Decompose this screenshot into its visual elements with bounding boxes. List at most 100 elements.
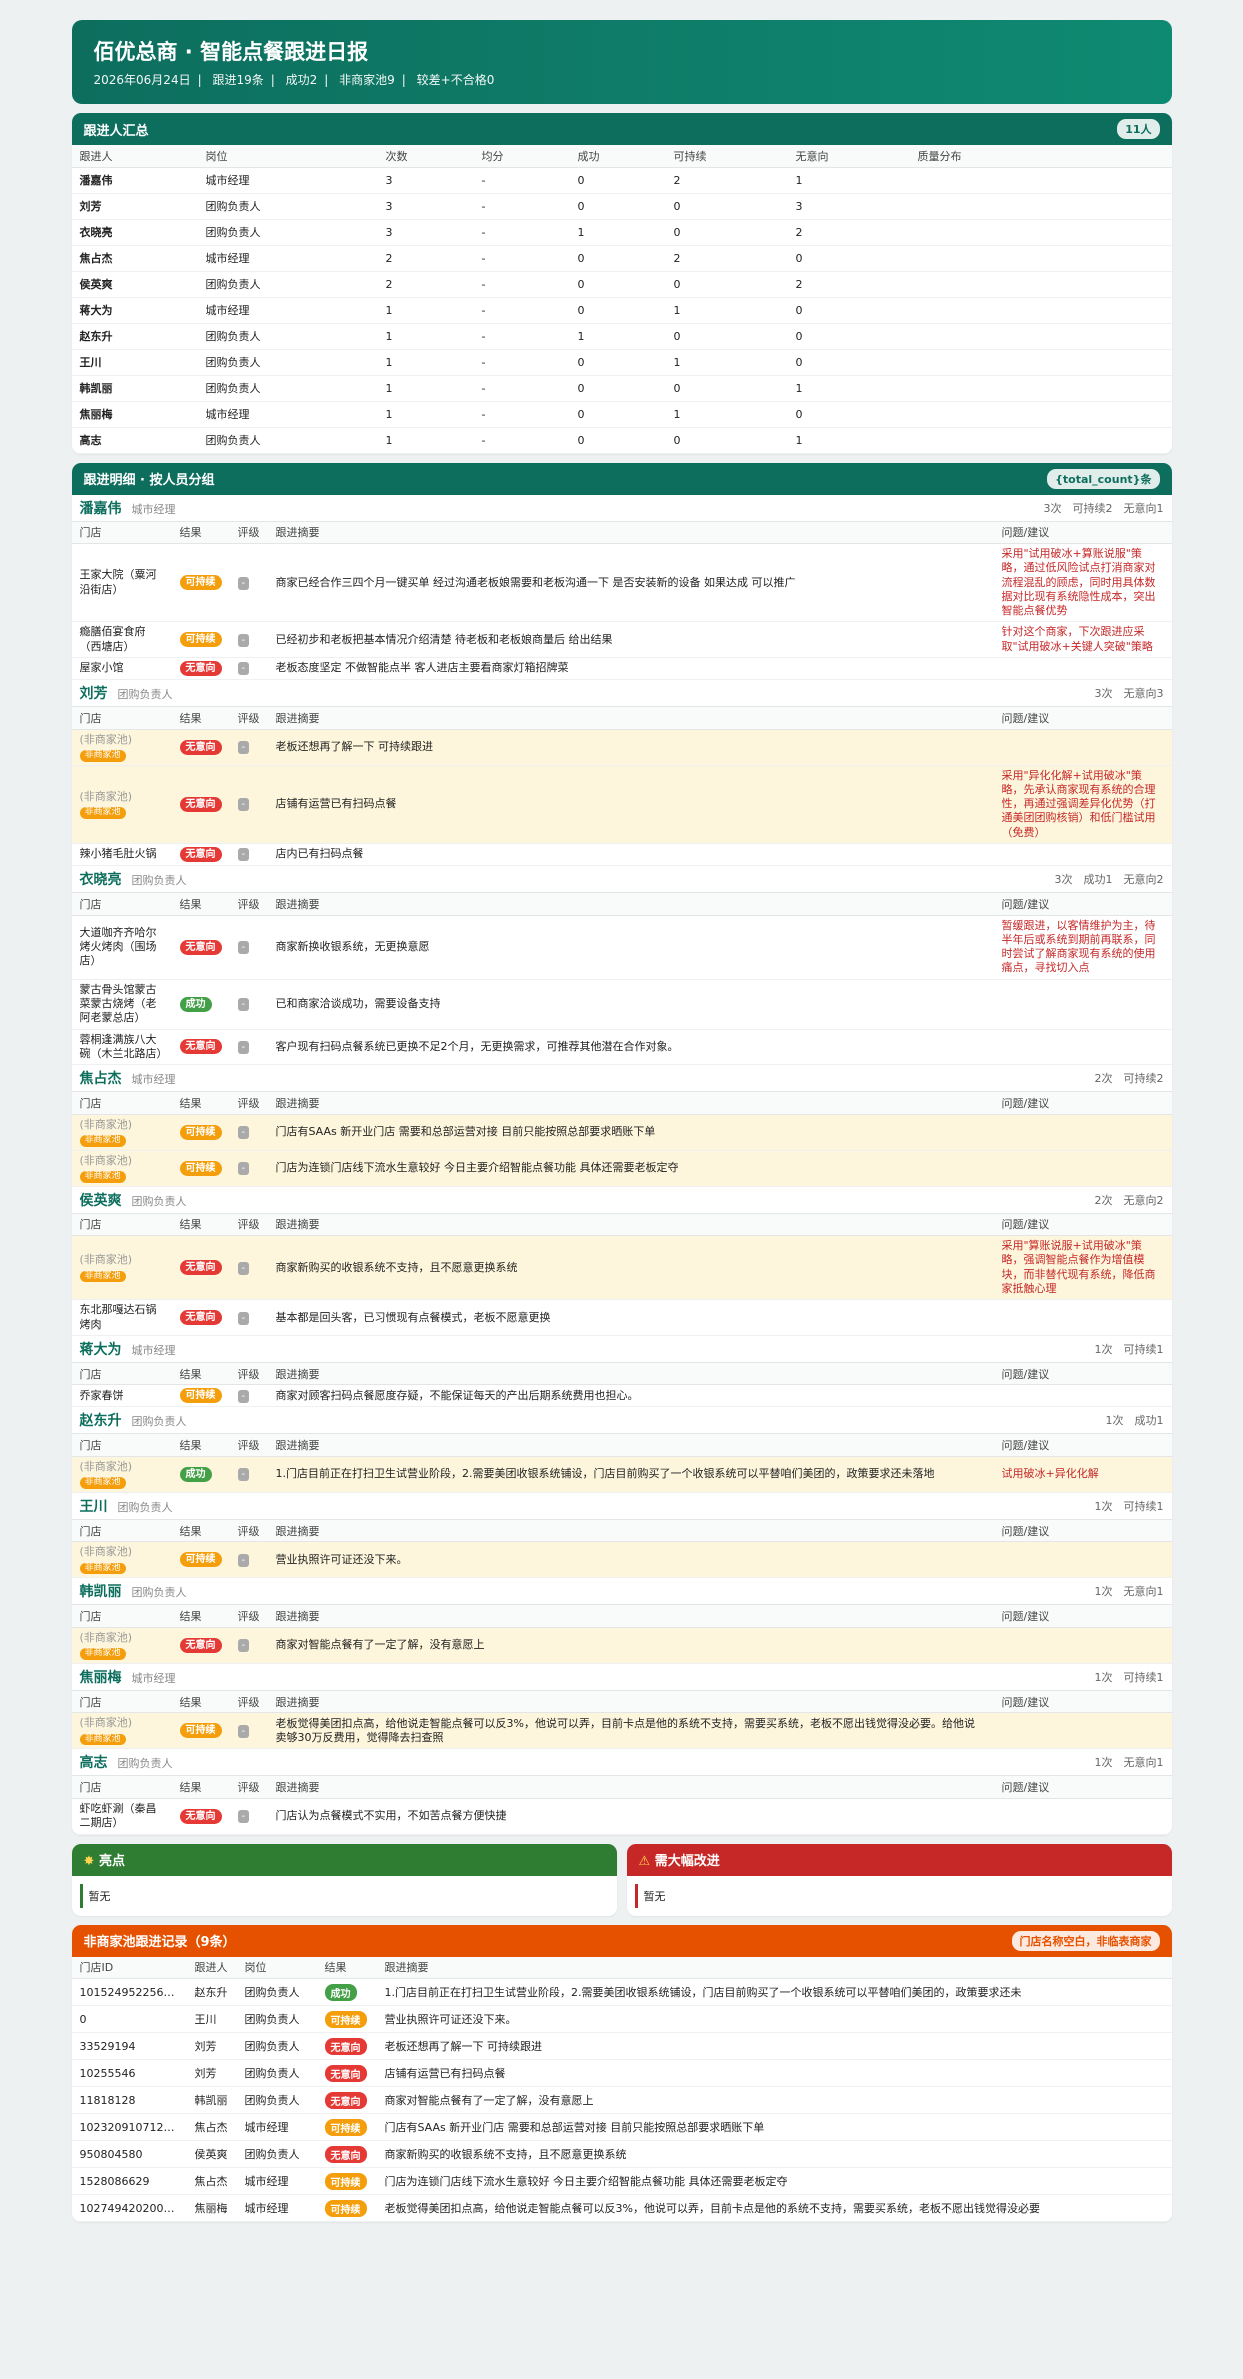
summary-text: 门店有SAAs 新开业门店 需要和总部运营对接 目前只能按照总部要求晒账下单 xyxy=(267,1114,994,1151)
store-id: 1023209107127810 xyxy=(71,2113,187,2141)
result-tag: 可持续 xyxy=(179,1552,222,1568)
result-cell: 成功 xyxy=(316,1978,377,2006)
summary-cell xyxy=(909,349,1172,376)
group-person: 衣晓亮 团购负责人 xyxy=(80,869,187,889)
summary-cell: 1 xyxy=(377,375,474,402)
summary-cell: 0 xyxy=(569,193,666,220)
result-cell: 可持续 xyxy=(171,1384,230,1408)
detail-col-header: 结果 xyxy=(171,893,230,916)
store-cell: 辣小猪毛肚火锅 xyxy=(71,843,172,867)
group-header: 赵东升 团购负责人 1次 成功1 xyxy=(71,1407,1172,1435)
result-tag: 可持续 xyxy=(179,575,222,591)
group-person: 高志 团购负责人 xyxy=(80,1752,173,1772)
result-cell: 可持续 xyxy=(316,2113,377,2141)
summary-cell: 2 xyxy=(377,271,474,298)
table-row: 赵东升 团购负责人 1-1 0 0 xyxy=(71,323,1172,350)
summary-cell: 团购负责人 xyxy=(197,375,378,402)
detail-col-header: 门店 xyxy=(71,1362,172,1386)
summary-cell: 2 xyxy=(787,271,910,298)
detail-table: 门店 结果 评级 跟进摘要 问题/建议 (非商家池) 非商家池 成功 - 1.门店目前正在打扫卫生… xyxy=(71,1434,1172,1493)
table-row: (非商家池) 非商家池 成功 - 1.门店目前正在打扫卫生试营业阶段，2.需要美团收银系… xyxy=(71,1456,1172,1493)
non-merchant-tag: 非商家池 xyxy=(79,807,126,819)
table-row: 乔家春饼 可持续 - 商家对顾客扫码点餐愿度存疑，不能保证每天的产出后期系统费用也担心… xyxy=(71,1384,1172,1408)
summary-cell: 0 xyxy=(569,271,666,298)
result-tag: 成功 xyxy=(324,1983,357,2001)
issue-text: 暂缓跟进，以客情维护为主，待半年后或系统到期前再联系，同时尝试了解商家现有系统的… xyxy=(993,915,1172,980)
summary-cell: 0 xyxy=(665,323,788,350)
summary-cell xyxy=(909,167,1172,194)
person-role: 团购负责人 xyxy=(117,688,173,702)
detail-col-header: 跟进摘要 xyxy=(267,1092,994,1115)
summary-cell: 0 xyxy=(787,401,910,428)
store-cell: 瘾膳佰宴食府（西塘店） xyxy=(71,621,172,659)
non-merchant-tag: 非商家池 xyxy=(79,1135,126,1147)
follower: 赵东升 xyxy=(186,1978,237,2006)
grade-cell: - xyxy=(229,843,268,867)
person-name: 衣晓亮 xyxy=(79,872,122,889)
summary-col-header: 跟进人 xyxy=(71,145,198,168)
table-row: 王川 团购负责人 1-0 1 0 xyxy=(71,349,1172,376)
person-name: 焦占杰 xyxy=(79,1071,122,1088)
summary-cell: 1 xyxy=(377,323,474,350)
store-cell: 东北那嘎达石锅烤肉 xyxy=(71,1299,172,1336)
store-cell: (非商家池) 非商家池 xyxy=(71,729,172,766)
group-header: 蒋大为 城市经理 1次 可持续1 xyxy=(71,1336,1172,1363)
summary-text: 门店有SAAs 新开业门店 需要和总部运营对接 目前只能按照总部要求晒账下单 xyxy=(376,2113,1172,2141)
summary-cell: 0 xyxy=(787,323,910,350)
detail-table: 门店 结果 评级 跟进摘要 问题/建议 大道咖齐齐哈尔烤火烤肉（围场店） 无意向 - 商家新换收… xyxy=(71,893,1172,1066)
person-role: 城市经理 xyxy=(131,1671,176,1685)
detail-col-header: 评级 xyxy=(229,1434,268,1457)
table-row: 韩凯丽 团购负责人 1-0 0 1 xyxy=(71,375,1172,402)
result-cell: 无意向 xyxy=(316,2059,377,2087)
result-tag: 无意向 xyxy=(179,739,222,755)
summary-cell: - xyxy=(473,167,570,194)
store-name: 王家大院（粟河沿街店） xyxy=(79,568,157,596)
report-title: 佰优总商 · 智能点餐跟进日报 xyxy=(93,40,369,64)
grade-cell: - xyxy=(229,915,268,980)
result-tag: 可持续 xyxy=(179,632,222,648)
person-name: 潘嘉伟 xyxy=(79,500,122,517)
store-name: 蒙古骨头馆蒙古菜蒙古烧烤（老阿老蒙总店） xyxy=(79,982,157,1025)
summary-cell: 焦丽梅 xyxy=(71,401,198,428)
highlights-text: 暂无 xyxy=(79,1883,609,1908)
non-merchant-col-header: 岗位 xyxy=(236,1956,317,1979)
report-header: 佰优总商 · 智能点餐跟进日报 2026年06月24日 | 跟进19条 | 成功2 |… xyxy=(71,20,1172,104)
store-cell: (非商家池) 非商家池 xyxy=(71,765,172,845)
store-name: (非商家池) xyxy=(79,1117,133,1131)
grade-cell: - xyxy=(229,1627,268,1664)
detail-col-header: 跟进摘要 xyxy=(267,1519,994,1543)
result-cell: 无意向 xyxy=(171,765,230,845)
summary-cell: 2 xyxy=(665,245,788,272)
table-row: 11818128 韩凯丽 团购负责人 无意向 商家对智能点餐有了一定了解，没有意愿上 xyxy=(71,2086,1172,2114)
detail-col-header: 跟进摘要 xyxy=(267,707,994,730)
detail-col-header: 问题/建议 xyxy=(993,1776,1172,1799)
position: 团购负责人 xyxy=(236,2059,317,2087)
detail-col-header: 评级 xyxy=(229,1092,268,1115)
follower: 王川 xyxy=(186,2005,237,2033)
summary-text: 已经初步和老板把基本情况介绍清楚 待老板和老板娘商量后 给出结果 xyxy=(267,621,994,659)
summary-cell: 刘芳 xyxy=(71,193,198,220)
detail-col-header: 跟进摘要 xyxy=(267,521,994,544)
summary-cell: 0 xyxy=(665,271,788,298)
summary-cell: 0 xyxy=(665,193,788,220)
detail-col-header: 评级 xyxy=(229,521,268,544)
follower: 焦占杰 xyxy=(186,2113,237,2141)
store-name: 虾吃虾涮（秦昌二期店） xyxy=(79,1801,157,1830)
grade-cell: - xyxy=(229,621,268,659)
position: 城市经理 xyxy=(236,2194,317,2222)
summary-cell: 团购负责人 xyxy=(197,427,378,454)
group-header: 韩凯丽 团购负责人 1次 无意向1 xyxy=(71,1578,1172,1606)
table-row: (非商家池) 非商家池 无意向 - 商家新购买的收银系统不支持，且不愿意更换系统 采用"算… xyxy=(71,1235,1172,1301)
grade-badge: - xyxy=(237,740,250,754)
grade-badge: - xyxy=(237,662,250,676)
highlights-header: ✸ 亮点 xyxy=(71,1843,617,1876)
position: 城市经理 xyxy=(236,2113,317,2141)
summary-cell: 0 xyxy=(569,401,666,428)
result-cell: 可持续 xyxy=(316,2005,377,2033)
improve-text: 暂无 xyxy=(634,1883,1164,1908)
detail-badge: {total_count}条 xyxy=(1047,468,1160,489)
summary-cell: 城市经理 xyxy=(197,297,378,324)
summary-header: 跟进人汇总 11人 xyxy=(71,113,1172,145)
feedback-row: ✸ 亮点 暂无 ⚠ 需大幅改进 暂无 xyxy=(71,1843,1172,1916)
detail-col-header: 问题/建议 xyxy=(993,1092,1172,1115)
